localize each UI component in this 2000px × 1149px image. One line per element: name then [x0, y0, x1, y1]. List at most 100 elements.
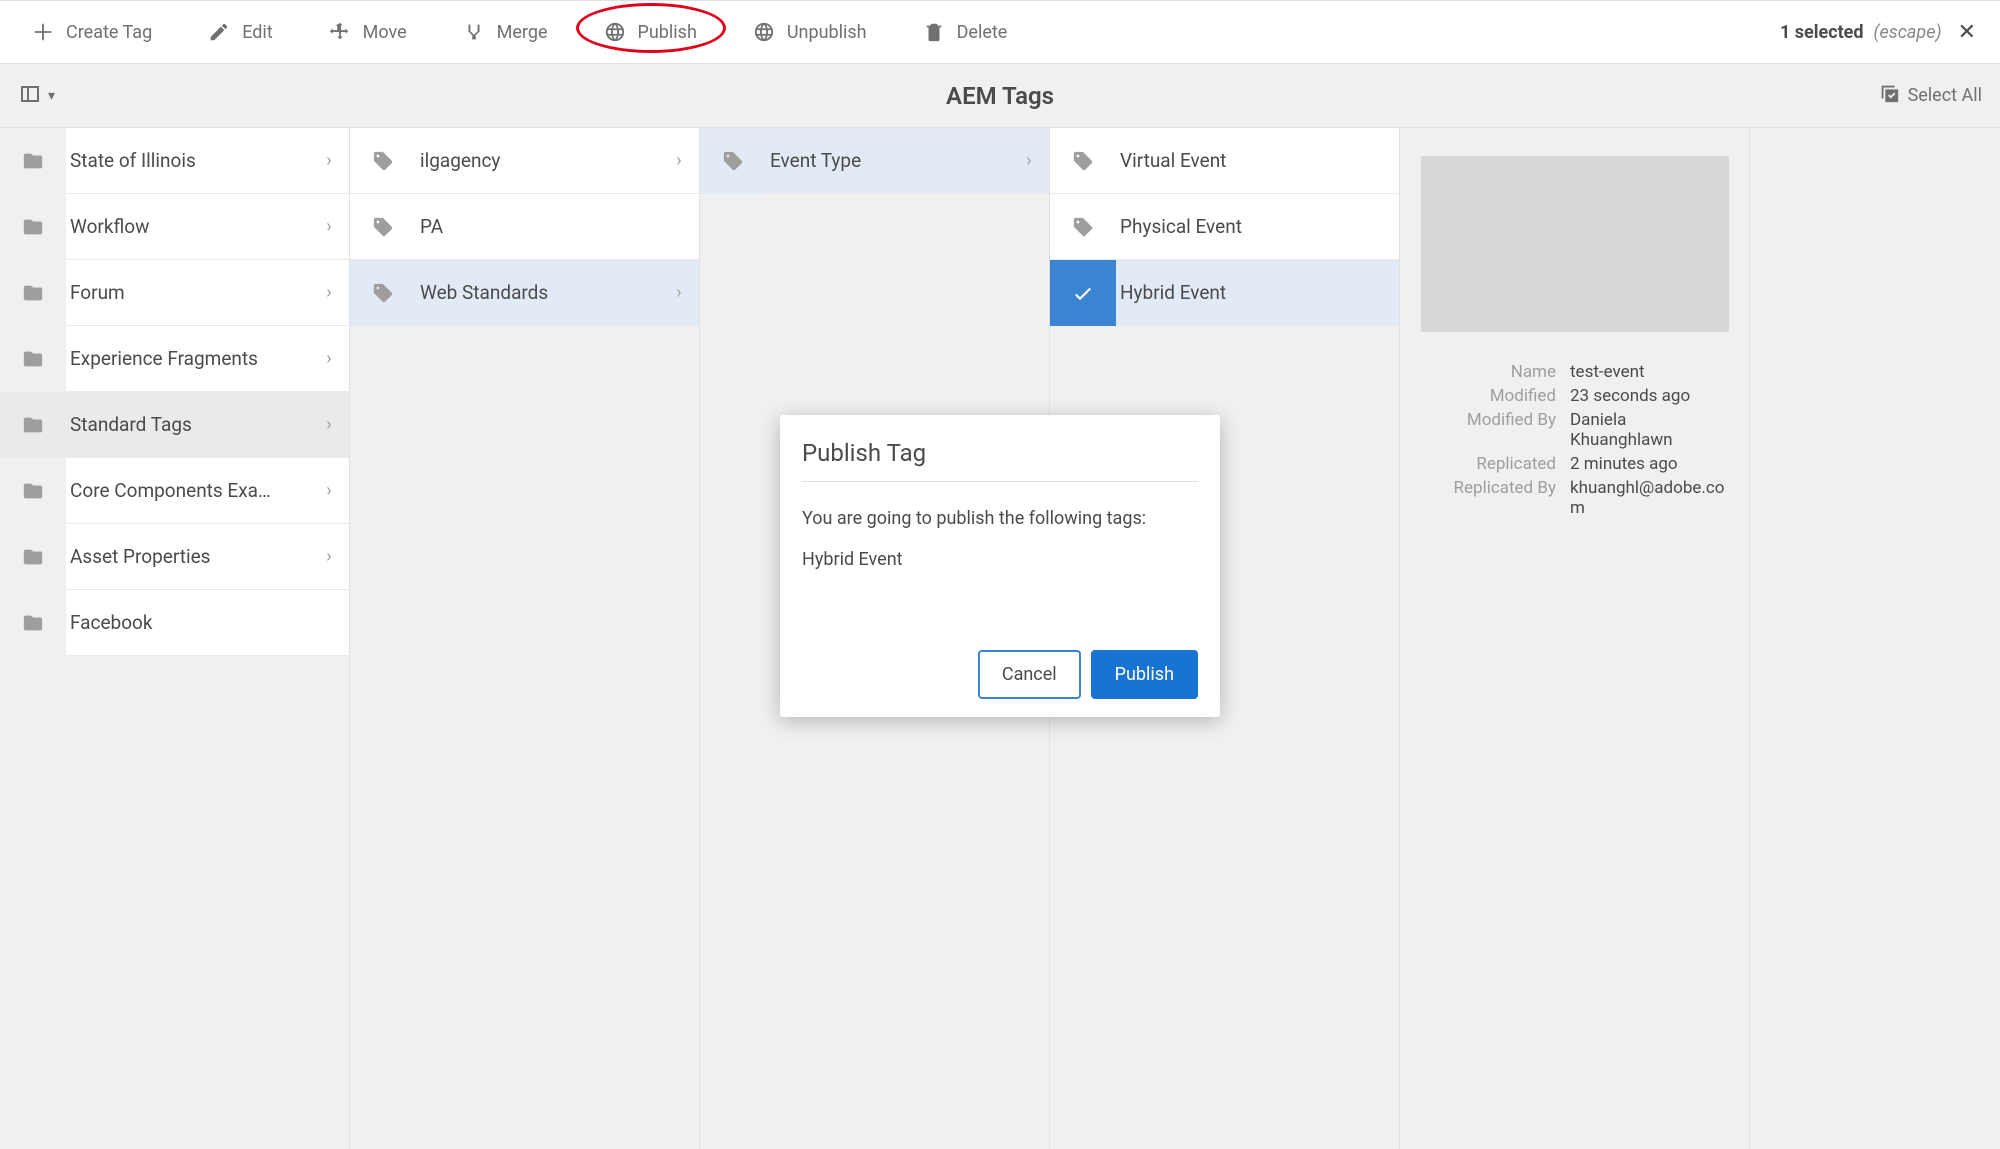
meta-label: Modified	[1420, 386, 1570, 406]
folder-icon	[0, 194, 66, 260]
meta-value: 2 minutes ago	[1570, 454, 1729, 474]
delete-label: Delete	[957, 22, 1008, 43]
sidebar-item[interactable]: Standard Tags›	[0, 392, 349, 458]
merge-label: Merge	[497, 22, 548, 43]
tag-icon	[350, 260, 416, 326]
publish-label: Publish	[638, 22, 697, 43]
sidebar-item[interactable]: Workflow›	[0, 194, 349, 260]
dialog-actions: Cancel Publish	[802, 650, 1198, 699]
meta-label: Replicated	[1420, 454, 1570, 474]
view-switcher[interactable]: ▾	[18, 82, 55, 110]
meta-value: Daniela Khuanghlawn	[1570, 410, 1729, 450]
item-label: Hybrid Event	[1116, 281, 1399, 304]
sidebar-item[interactable]: Core Components Exa…›	[0, 458, 349, 524]
select-all-button[interactable]: Select All	[1878, 82, 1982, 109]
action-toolbar: Create Tag Edit Move Merge Publish Unpub…	[0, 0, 2000, 64]
selection-count: 1 selected	[1780, 22, 1864, 43]
create-tag-label: Create Tag	[66, 22, 152, 43]
meta-value: 23 seconds ago	[1570, 386, 1729, 406]
item-label: Forum	[66, 281, 309, 304]
edit-label: Edit	[242, 22, 272, 43]
meta-value: khuanghl@adobe.com	[1570, 478, 1729, 518]
chevron-right-icon: ›	[309, 282, 349, 303]
chevron-right-icon: ›	[309, 348, 349, 369]
panel-icon	[18, 82, 42, 110]
item-label: Physical Event	[1116, 215, 1399, 238]
meta-row: Modified23 seconds ago	[1420, 386, 1729, 406]
meta-row: Replicated Bykhuanghl@adobe.com	[1420, 478, 1729, 518]
tag-icon	[350, 128, 416, 194]
column-item[interactable]: Physical Event	[1050, 194, 1399, 260]
folder-icon	[0, 128, 66, 194]
item-label: PA	[416, 215, 699, 238]
dialog-cancel-button[interactable]: Cancel	[978, 650, 1081, 699]
merge-button[interactable]: Merge	[449, 13, 562, 51]
escape-hint: (escape)	[1874, 22, 1942, 43]
chevron-right-icon: ›	[659, 150, 699, 171]
edit-button[interactable]: Edit	[194, 13, 286, 51]
globe-off-icon	[753, 21, 775, 43]
sidebar-item[interactable]: Asset Properties›	[0, 524, 349, 590]
meta-label: Modified By	[1420, 410, 1570, 450]
publish-button[interactable]: Publish	[590, 13, 711, 51]
sidebar-item[interactable]: Forum›	[0, 260, 349, 326]
select-all-label: Select All	[1908, 85, 1982, 106]
close-selection-button[interactable]: ✕	[1952, 16, 1982, 49]
publish-dialog: Publish Tag You are going to publish the…	[780, 415, 1220, 717]
sidebar-item[interactable]: State of Illinois›	[0, 128, 349, 194]
sidebar-item[interactable]: Experience Fragments›	[0, 326, 349, 392]
merge-icon	[463, 21, 485, 43]
move-label: Move	[363, 22, 407, 43]
view-subbar: ▾ AEM Tags Select All	[0, 64, 2000, 128]
folder-icon	[0, 524, 66, 590]
column-item[interactable]: ilgagency›	[350, 128, 699, 194]
tag-icon	[1050, 194, 1116, 260]
meta-row: Modified ByDaniela Khuanghlawn	[1420, 410, 1729, 450]
item-label: Virtual Event	[1116, 149, 1399, 172]
pencil-icon	[208, 21, 230, 43]
detail-column: Nametest-eventModified23 seconds agoModi…	[1400, 128, 1750, 1149]
sidebar-item[interactable]: Facebook	[0, 590, 349, 656]
column-item[interactable]: Hybrid Event	[1050, 260, 1399, 326]
column-0: State of Illinois›Workflow›Forum›Experie…	[0, 128, 350, 1149]
tag-icon	[1050, 128, 1116, 194]
chevron-right-icon: ›	[1009, 150, 1049, 171]
selection-info: 1 selected (escape) ✕	[1780, 16, 1982, 49]
unpublish-button[interactable]: Unpublish	[739, 13, 881, 51]
globe-icon	[604, 21, 626, 43]
column-item[interactable]: Web Standards›	[350, 260, 699, 326]
folder-icon	[0, 590, 66, 656]
chevron-right-icon: ›	[659, 282, 699, 303]
folder-icon	[0, 260, 66, 326]
dialog-title: Publish Tag	[802, 439, 1198, 467]
column-item[interactable]: PA	[350, 194, 699, 260]
column-item[interactable]: Event Type›	[700, 128, 1049, 194]
move-button[interactable]: Move	[315, 13, 421, 51]
check-icon	[1050, 260, 1116, 326]
dialog-divider	[802, 481, 1198, 482]
chevron-right-icon: ›	[309, 546, 349, 567]
column-1: ilgagency›PAWeb Standards›	[350, 128, 700, 1149]
column-item[interactable]: Virtual Event	[1050, 128, 1399, 194]
detail-meta: Nametest-eventModified23 seconds agoModi…	[1420, 362, 1729, 518]
chevron-right-icon: ›	[309, 216, 349, 237]
item-label: State of Illinois	[66, 149, 309, 172]
item-label: Web Standards	[416, 281, 659, 304]
item-label: Event Type	[766, 149, 1009, 172]
item-label: Experience Fragments	[66, 347, 309, 370]
dialog-tag-name: Hybrid Event	[802, 549, 1198, 570]
item-label: Workflow	[66, 215, 309, 238]
tag-icon	[700, 128, 766, 194]
dialog-publish-button[interactable]: Publish	[1091, 650, 1198, 699]
chevron-right-icon: ›	[309, 414, 349, 435]
delete-button[interactable]: Delete	[909, 13, 1022, 51]
unpublish-label: Unpublish	[787, 22, 867, 43]
select-all-icon	[1878, 82, 1900, 109]
create-tag-button[interactable]: Create Tag	[18, 13, 166, 51]
chevron-right-icon: ›	[309, 480, 349, 501]
folder-icon	[0, 326, 66, 392]
meta-value: test-event	[1570, 362, 1729, 382]
move-icon	[329, 21, 351, 43]
chevron-right-icon: ›	[309, 150, 349, 171]
meta-row: Nametest-event	[1420, 362, 1729, 382]
